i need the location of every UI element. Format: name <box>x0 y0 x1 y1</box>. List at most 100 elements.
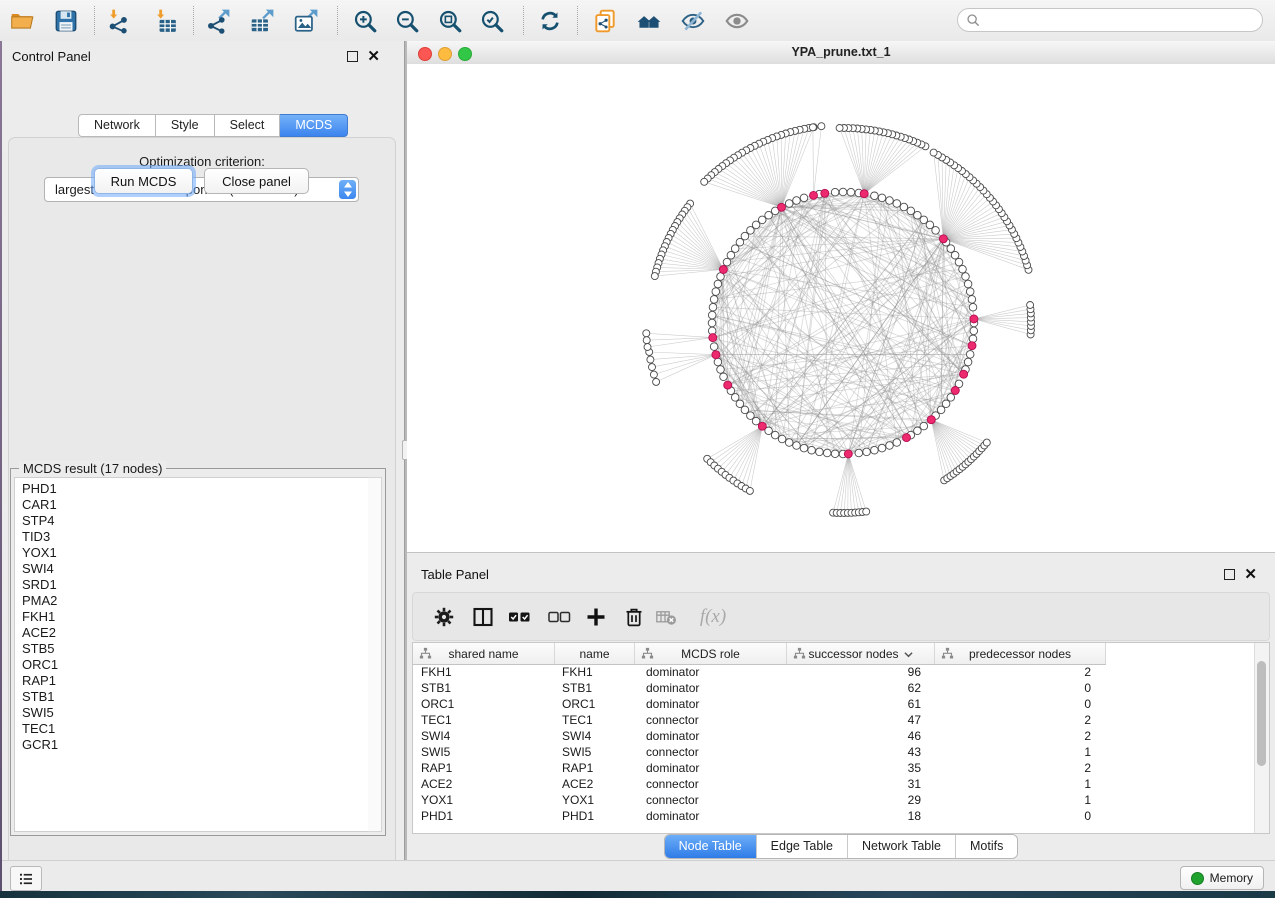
hide-panels-icon[interactable] <box>679 7 707 35</box>
mcds-result-item[interactable]: RAP1 <box>22 673 368 689</box>
search-box[interactable] <box>957 8 1263 32</box>
table-cell: connector <box>633 793 784 809</box>
mcds-result-item[interactable]: CAR1 <box>22 497 368 513</box>
close-panel-button[interactable]: Close panel <box>204 168 309 194</box>
column-header-predecessor-nodes[interactable]: predecessor nodes <box>935 643 1106 664</box>
mcds-result-item[interactable]: YOX1 <box>22 545 368 561</box>
control-tab-mcds[interactable]: MCDS <box>280 114 348 137</box>
settings-gear-icon[interactable] <box>429 602 459 632</box>
table-row[interactable]: STB1STB1dominator620 <box>413 681 1255 697</box>
float-panel-icon[interactable] <box>347 51 358 62</box>
window-close-icon[interactable] <box>418 47 432 61</box>
table-tab-node-table[interactable]: Node Table <box>665 835 756 858</box>
table-cell: 62 <box>784 681 931 697</box>
network-window-titlebar[interactable]: YPA_prune.txt_1 <box>407 41 1275 65</box>
table-cell: ACE2 <box>554 777 633 793</box>
table-scrollbar-thumb[interactable] <box>1257 661 1266 766</box>
toolbar-separator <box>523 6 524 35</box>
duplicate-network-icon[interactable] <box>591 7 619 35</box>
zoom-out-icon[interactable] <box>393 7 421 35</box>
table-header: shared name nameMCDS rolesuccessor nodes p… <box>413 643 1106 665</box>
table-cell: ORC1 <box>554 697 633 713</box>
deselect-all-checkboxes-icon[interactable] <box>545 602 575 632</box>
zoom-selected-icon[interactable] <box>478 7 506 35</box>
control-tab-style[interactable]: Style <box>156 114 215 137</box>
table-cell: 29 <box>784 793 931 809</box>
toolbar-separator <box>193 6 194 35</box>
column-header-successor-nodes[interactable]: successor nodes <box>787 643 935 664</box>
table-tab-motifs[interactable]: Motifs <box>955 835 1017 858</box>
float-panel-icon[interactable] <box>1224 569 1235 580</box>
import-network-icon[interactable] <box>104 7 132 35</box>
mcds-result-item[interactable]: TID3 <box>22 529 368 545</box>
mcds-result-item[interactable]: TEC1 <box>22 721 368 737</box>
table-cell: RAP1 <box>413 761 554 777</box>
column-header-MCDS-role[interactable]: MCDS role <box>635 643 787 664</box>
table-tab-edge-table[interactable]: Edge Table <box>756 835 847 858</box>
mcds-result-item[interactable]: ORC1 <box>22 657 368 673</box>
export-image-icon[interactable] <box>292 7 320 35</box>
refresh-layout-icon[interactable] <box>536 7 564 35</box>
table-row[interactable]: SWI4SWI4dominator462 <box>413 729 1255 745</box>
search-icon <box>966 13 980 27</box>
save-session-icon[interactable] <box>52 7 80 35</box>
delete-table-icon[interactable] <box>651 602 681 632</box>
column-header-shared-name[interactable]: shared name <box>413 643 555 664</box>
table-row[interactable]: SWI5SWI5connector431 <box>413 745 1255 761</box>
table-row[interactable]: ORC1ORC1dominator610 <box>413 697 1255 713</box>
network-graph[interactable] <box>407 64 1275 552</box>
export-network-icon[interactable] <box>204 7 232 35</box>
table-cell: 0 <box>931 697 1101 713</box>
go-home-icon[interactable] <box>635 7 663 35</box>
mcds-result-item[interactable]: STB5 <box>22 641 368 657</box>
control-tab-network[interactable]: Network <box>78 114 156 137</box>
mcds-result-item[interactable]: STB1 <box>22 689 368 705</box>
window-zoom-icon[interactable] <box>458 47 472 61</box>
mcds-result-item[interactable]: SRD1 <box>22 577 368 593</box>
memory-button[interactable]: Memory <box>1180 866 1264 890</box>
table-row[interactable]: YOX1YOX1connector291 <box>413 793 1255 809</box>
table-tab-network-table[interactable]: Network Table <box>847 835 955 858</box>
mcds-list-scrollbar[interactable] <box>368 477 382 832</box>
network-canvas[interactable] <box>407 64 1275 552</box>
mcds-result-item[interactable]: GCR1 <box>22 737 368 753</box>
control-tab-select[interactable]: Select <box>215 114 281 137</box>
table-cell: 18 <box>784 809 931 825</box>
mcds-result-item[interactable]: ACE2 <box>22 625 368 641</box>
task-history-button[interactable] <box>10 866 42 891</box>
show-column-panel-icon[interactable] <box>468 602 498 632</box>
window-minimize-icon[interactable] <box>438 47 452 61</box>
export-table-icon[interactable] <box>248 7 276 35</box>
table-cell: SWI4 <box>413 729 554 745</box>
table-row[interactable]: FKH1FKH1dominator962 <box>413 665 1255 681</box>
add-column-icon[interactable] <box>581 602 611 632</box>
close-panel-icon[interactable]: ✕ <box>1244 570 1257 579</box>
column-label: predecessor nodes <box>969 647 1071 661</box>
select-all-checkboxes-icon[interactable] <box>505 602 535 632</box>
run-mcds-button[interactable]: Run MCDS <box>94 168 193 194</box>
close-panel-icon[interactable]: ✕ <box>367 52 380 61</box>
column-label: shared name <box>448 647 518 661</box>
show-panels-icon[interactable] <box>723 7 751 35</box>
delete-column-icon[interactable] <box>619 602 649 632</box>
mcds-result-item[interactable]: FKH1 <box>22 609 368 625</box>
search-input[interactable] <box>985 12 1254 28</box>
mcds-result-item[interactable]: SWI5 <box>22 705 368 721</box>
open-file-icon[interactable] <box>8 7 36 35</box>
table-cell: 0 <box>931 681 1101 697</box>
table-row[interactable]: TEC1TEC1connector472 <box>413 713 1255 729</box>
mcds-result-item[interactable]: PMA2 <box>22 593 368 609</box>
table-cell: 31 <box>784 777 931 793</box>
zoom-fit-icon[interactable] <box>436 7 464 35</box>
table-row[interactable]: RAP1RAP1dominator352 <box>413 761 1255 777</box>
table-row[interactable]: ACE2ACE2connector311 <box>413 777 1255 793</box>
import-table-icon[interactable] <box>151 7 179 35</box>
table-row[interactable]: PHD1PHD1dominator180 <box>413 809 1255 825</box>
mcds-result-item[interactable]: SWI4 <box>22 561 368 577</box>
column-header-name[interactable]: name <box>555 643 635 664</box>
mcds-result-item[interactable]: PHD1 <box>22 481 368 497</box>
table-scrollbar[interactable] <box>1254 643 1269 833</box>
mcds-result-item[interactable]: STP4 <box>22 513 368 529</box>
optimization-criterion-select[interactable]: largest connected component (undirected) <box>44 177 359 202</box>
zoom-in-icon[interactable] <box>351 7 379 35</box>
